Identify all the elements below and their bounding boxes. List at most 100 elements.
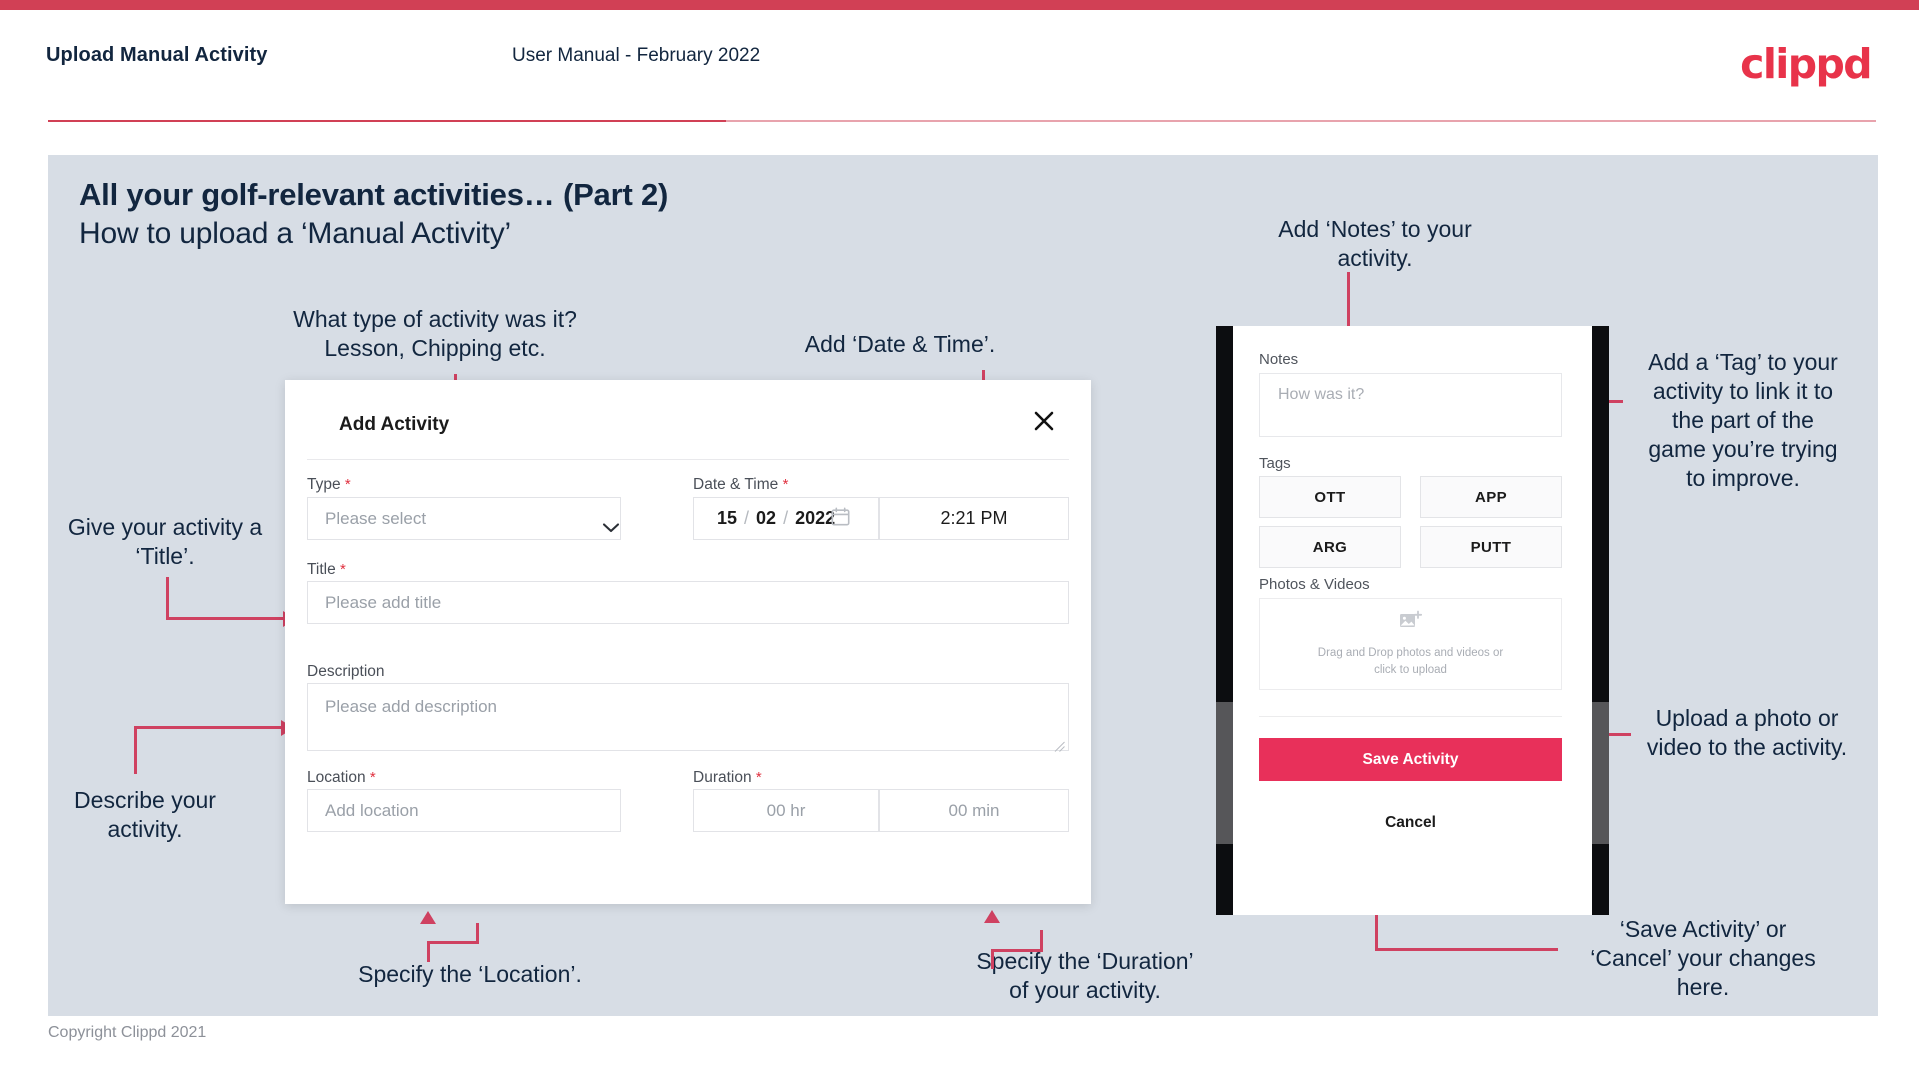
datetime-label: Date & Time * [693, 476, 788, 494]
title-required: * [340, 561, 346, 578]
connector-location-arrow [420, 911, 436, 924]
description-label-text: Description [307, 663, 385, 680]
phone-bezel-left [1216, 326, 1233, 915]
location-label: Location * [307, 769, 376, 787]
duration-minutes-input[interactable]: 00 min [879, 789, 1069, 832]
type-required: * [344, 476, 351, 493]
connector-location-v2 [476, 923, 479, 943]
type-label: Type * [307, 476, 351, 494]
duration-hours-input[interactable]: 00 hr [693, 789, 879, 832]
date-input[interactable]: 15 / 02 / 2022 [693, 497, 879, 540]
datetime-required: * [782, 476, 789, 493]
description-label: Description [307, 663, 385, 681]
cancel-button[interactable]: Cancel [1259, 814, 1562, 832]
tag-app[interactable]: APP [1420, 476, 1562, 518]
connector-location-v1 [427, 941, 430, 962]
datetime-label-text: Date & Time [693, 476, 779, 493]
tag-ott[interactable]: OTT [1259, 476, 1401, 518]
location-input[interactable]: Add location [307, 789, 621, 832]
phone-bezel-right-highlight [1592, 702, 1609, 844]
phone-screen: Notes How was it? Tags OTT APP ARG PUTT … [1233, 326, 1592, 915]
notes-placeholder: How was it? [1278, 386, 1365, 403]
notes-textarea[interactable]: How was it? [1259, 373, 1562, 437]
photo-dropzone[interactable]: Drag and Drop photos and videos or click… [1259, 598, 1562, 690]
annotation-notes: Add ‘Notes’ to your activity. [1278, 216, 1472, 271]
duration-hours-placeholder: 00 hr [766, 800, 806, 820]
footer-copyright: Copyright Clippd 2021 [48, 1024, 207, 1041]
annotation-location: Specify the ‘Location’. [358, 961, 582, 987]
date-day: 15 [717, 508, 738, 528]
dropzone-line-1: Drag and Drop photos and videos or [1317, 646, 1504, 659]
title-label: Title * [307, 561, 346, 579]
header-subtitle: User Manual - February 2022 [512, 45, 761, 66]
add-activity-dialog: Add Activity Type * Please select Date &… [285, 380, 1091, 904]
date-month: 02 [756, 508, 777, 528]
annotation-datetime: Add ‘Date & Time’. [804, 331, 996, 357]
save-activity-label: Save Activity [1362, 750, 1459, 768]
save-activity-button[interactable]: Save Activity [1259, 738, 1562, 781]
connector-duration-v1 [991, 949, 994, 969]
dialog-title: Add Activity [339, 414, 450, 435]
dialog-divider [307, 459, 1069, 460]
tag-putt[interactable]: PUTT [1420, 526, 1562, 568]
dropzone-text: Drag and Drop photos and videos or click… [1318, 645, 1503, 679]
annotation-save-cancel: ‘Save Activity’ or ‘Cancel’ your changes… [1590, 916, 1816, 1000]
type-placeholder: Please select [325, 508, 427, 528]
notes-label: Notes [1259, 351, 1299, 368]
tag-arg-label: ARG [1312, 538, 1348, 556]
connector-duration-v2 [1040, 930, 1043, 951]
location-label-text: Location [307, 769, 366, 786]
time-input[interactable]: 2:21 PM [879, 497, 1069, 540]
dropzone-line-2: click to upload [1374, 663, 1447, 676]
time-value: 2:21 PM [940, 508, 1008, 528]
type-label-text: Type [307, 476, 341, 493]
location-placeholder: Add location [325, 800, 419, 820]
annotation-type: What type of activity was it? Lesson, Ch… [293, 306, 577, 361]
phone-divider [1259, 716, 1562, 717]
slide-title: All your golf-relevant activities… (Part… [79, 177, 669, 212]
title-input[interactable]: Please add title [307, 581, 1069, 624]
tag-arg[interactable]: ARG [1259, 526, 1401, 568]
photos-label: Photos & Videos [1259, 576, 1370, 593]
annotation-title: Give your activity a ‘Title’. [67, 514, 263, 569]
duration-minutes-placeholder: 00 min [948, 800, 1000, 820]
connector-description-h [134, 726, 284, 729]
type-select[interactable]: Please select [307, 497, 621, 540]
phone-mockup: Notes How was it? Tags OTT APP ARG PUTT … [1216, 326, 1609, 915]
slide-subtitle: How to upload a ‘Manual Activity’ [79, 217, 511, 250]
phone-bezel-left-highlight [1216, 702, 1233, 844]
header-divider-light [726, 120, 1876, 122]
cancel-label: Cancel [1385, 814, 1436, 831]
duration-label-text: Duration [693, 769, 752, 786]
annotation-duration: Specify the ‘Duration’ of your activity. [976, 948, 1194, 1003]
connector-duration-h [991, 949, 1043, 952]
connector-title-h [166, 617, 286, 620]
description-textarea[interactable]: Please add description [307, 683, 1069, 752]
duration-label: Duration * [693, 769, 762, 787]
tag-putt-label: PUTT [1470, 538, 1512, 556]
tag-ott-label: OTT [1314, 488, 1346, 506]
title-label-text: Title [307, 561, 336, 578]
tag-app-label: APP [1474, 488, 1508, 506]
connector-title-v [166, 577, 169, 620]
clippd-logo: clippd [1740, 40, 1872, 88]
location-required: * [369, 769, 376, 786]
close-icon[interactable] [1027, 404, 1061, 438]
top-accent-bar [0, 0, 1919, 10]
tags-label: Tags [1259, 455, 1291, 472]
title-placeholder: Please add title [325, 592, 442, 612]
slide-page: Upload Manual Activity User Manual - Feb… [0, 0, 1919, 1079]
date-sep-2: / [783, 508, 789, 528]
phone-bezel-right [1592, 326, 1609, 915]
connector-description-v [134, 726, 137, 774]
connector-duration-arrow [984, 910, 1000, 923]
annotation-description: Describe your activity. [74, 787, 216, 842]
connector-save-h [1375, 948, 1558, 951]
calendar-icon[interactable] [831, 507, 850, 531]
page-title: Upload Manual Activity [46, 44, 268, 66]
duration-required: * [755, 769, 762, 786]
resize-grip-icon[interactable] [1054, 737, 1065, 752]
description-placeholder: Please add description [325, 697, 498, 716]
date-year: 2022 [795, 508, 836, 528]
date-value: 15 / 02 / 2022 [694, 508, 835, 529]
